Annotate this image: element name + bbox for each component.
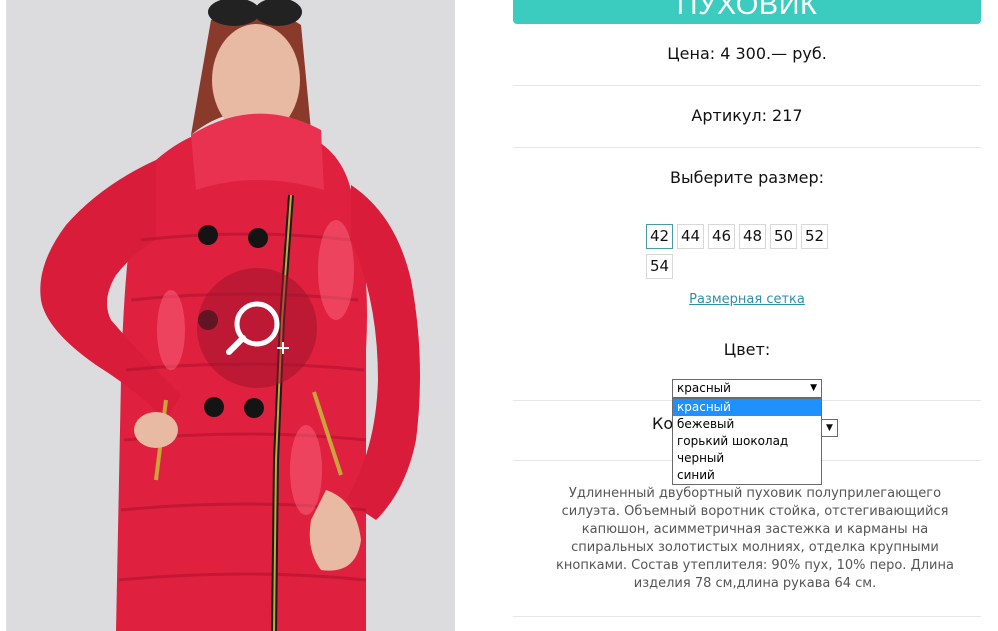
- color-option-red[interactable]: красный: [673, 399, 821, 416]
- article-number: Артикул: 217: [691, 106, 803, 125]
- size-option-46[interactable]: 46: [708, 224, 735, 249]
- product-title-bar: ПУХОВИК: [513, 0, 981, 24]
- color-select[interactable]: красный ▼: [672, 379, 822, 398]
- product-title: ПУХОВИК: [676, 0, 818, 21]
- size-option-42[interactable]: 42: [646, 224, 673, 249]
- color-option-black[interactable]: черный: [673, 450, 821, 467]
- quantity-label: Ко: [652, 414, 674, 433]
- chevron-down-icon: ▼: [810, 383, 817, 393]
- color-option-blue[interactable]: синий: [673, 467, 821, 484]
- size-option-48[interactable]: 48: [739, 224, 766, 249]
- divider: [513, 147, 981, 148]
- size-option-44[interactable]: 44: [677, 224, 704, 249]
- product-description: Удлиненный двубортный пуховик полуприлег…: [556, 486, 954, 591]
- chevron-down-icon: ▼: [826, 423, 833, 433]
- size-selector: 42 44 46 48 50 52 54: [646, 224, 836, 279]
- size-option-50[interactable]: 50: [770, 224, 797, 249]
- color-dropdown-list[interactable]: красный бежевый горький шоколад черный с…: [672, 398, 822, 485]
- quantity-select[interactable]: ▼: [821, 419, 838, 437]
- product-image[interactable]: [6, 0, 455, 631]
- color-option-beige[interactable]: бежевый: [673, 416, 821, 433]
- divider: [513, 85, 981, 86]
- size-chart-link[interactable]: Размерная сетка: [513, 292, 981, 307]
- zoom-overlay[interactable]: [197, 268, 317, 388]
- size-option-52[interactable]: 52: [801, 224, 828, 249]
- price: Цена: 4 300.— руб.: [667, 44, 827, 63]
- divider: [513, 616, 981, 617]
- size-heading: Выберите размер:: [669, 168, 825, 187]
- zoom-in-icon[interactable]: [197, 268, 317, 388]
- color-heading: Цвет:: [723, 340, 771, 359]
- color-option-dark-chocolate[interactable]: горький шоколад: [673, 433, 821, 450]
- color-select-value: красный: [677, 381, 731, 395]
- size-option-54[interactable]: 54: [646, 254, 673, 279]
